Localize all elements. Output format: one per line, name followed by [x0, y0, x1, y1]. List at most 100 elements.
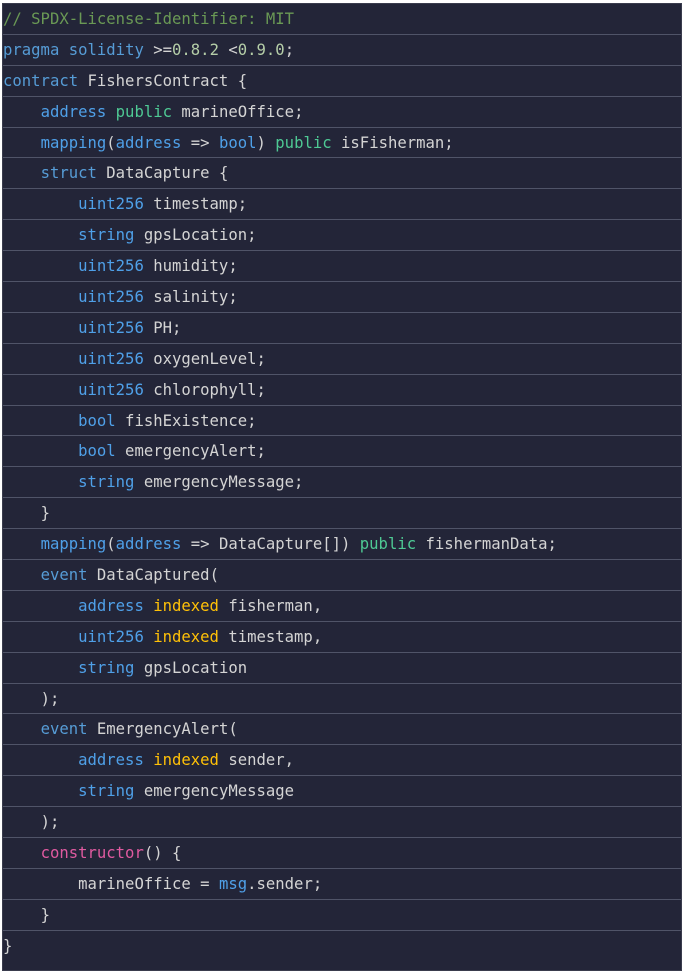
code-token: } [3, 936, 13, 955]
code-token: fishermanData; [416, 535, 557, 554]
code-token-type: uint256 [78, 380, 144, 399]
code-line: mapping(address => DataCapture[]) public… [3, 529, 681, 561]
code-token-keyword: contract [3, 71, 79, 90]
code-token: humidity; [143, 257, 238, 276]
code-line: ); [3, 807, 681, 839]
code-token: emergencyMessage; [134, 473, 304, 492]
code-line: bool emergencyAlert; [3, 436, 681, 468]
code-line: uint256 timestamp; [3, 189, 681, 221]
code-line: address indexed fisherman, [3, 591, 681, 622]
code-line: struct DataCapture { [3, 158, 681, 190]
code-token-type: string [78, 658, 135, 677]
screenshot-frame: // SPDX-License-Identifier: MIT pragma so… [0, 0, 685, 973]
code-token: } [40, 504, 50, 523]
code-line: mapping(address => bool) public isFisher… [3, 128, 681, 159]
code-line: string gpsLocation; [3, 220, 681, 252]
code-token: marineOffice; [172, 102, 304, 121]
code-token-keyword: pragma [3, 40, 60, 59]
code-token-modifier: public [359, 535, 417, 554]
code-token-keyword: event [40, 720, 88, 739]
code-token-keyword: struct [40, 164, 97, 183]
code-token-type: string [78, 226, 135, 245]
code-token-function: constructor [40, 844, 144, 863]
code-token: ; [284, 40, 295, 59]
code-token: gpsLocation; [134, 226, 257, 245]
code-token-type: address [40, 102, 107, 121]
code-token: } [40, 905, 50, 924]
code-line: string emergencyMessage [3, 776, 681, 808]
code-line: address indexed sender, [3, 745, 681, 777]
code-token-number: 0.9.0 [237, 40, 285, 59]
code-token-type: bool [78, 442, 116, 461]
code-token-type: uint256 [78, 288, 144, 307]
code-line: string gpsLocation [3, 653, 681, 684]
code-line: uint256 humidity; [3, 251, 681, 283]
code-token: => [181, 133, 219, 152]
code-line: ); [3, 684, 681, 715]
code-token-type: uint256 [78, 349, 144, 368]
code-token-keyword: event [40, 566, 88, 585]
code-token-type: uint256 [78, 257, 144, 276]
code-line: uint256 oxygenLevel; [3, 344, 681, 375]
code-line: pragma solidity >=0.8.2 <0.9.0; [3, 35, 681, 66]
code-token: timestamp; [143, 195, 248, 214]
code-token: salinity; [143, 288, 238, 307]
code-token: gpsLocation [134, 658, 248, 677]
code-token-type: address [115, 133, 182, 152]
code-token: marineOffice = [78, 874, 219, 893]
code-token: ); [40, 689, 60, 708]
code-token: PH; [143, 318, 182, 337]
code-token-indexed: indexed [153, 751, 219, 770]
code-token-type: address [78, 751, 144, 770]
code-line: } [3, 498, 681, 530]
code-token: timestamp, [218, 627, 323, 646]
code-token-type: uint256 [78, 627, 144, 646]
code-token: fisherman, [218, 596, 323, 615]
code-token: isFisherman; [331, 133, 454, 152]
code-token-type: mapping [40, 133, 107, 152]
code-token-type: msg [218, 874, 248, 893]
code-line: } [3, 931, 681, 962]
code-line: uint256 chlorophyll; [3, 375, 681, 406]
code-token: oxygenLevel; [143, 349, 266, 368]
code-token: sender, [218, 751, 295, 770]
code-token: fishExistence; [115, 411, 257, 430]
code-line: event EmergencyAlert( [3, 714, 681, 746]
code-line: uint256 indexed timestamp, [3, 622, 681, 653]
code-line: } [3, 900, 681, 931]
code-token: DataCaptured( [87, 566, 219, 585]
code-token-indexed: indexed [153, 596, 219, 615]
code-line: event DataCaptured( [3, 560, 681, 591]
code-line: bool fishExistence; [3, 406, 681, 437]
code-token: emergencyAlert; [115, 442, 266, 461]
code-token: >= [143, 40, 173, 59]
code-token: ( [106, 535, 116, 554]
code-token-comment: // SPDX-License-Identifier: MIT [3, 10, 295, 28]
code-editor: // SPDX-License-Identifier: MIT pragma so… [2, 3, 682, 971]
code-token-number: 0.8.2 [172, 40, 219, 59]
